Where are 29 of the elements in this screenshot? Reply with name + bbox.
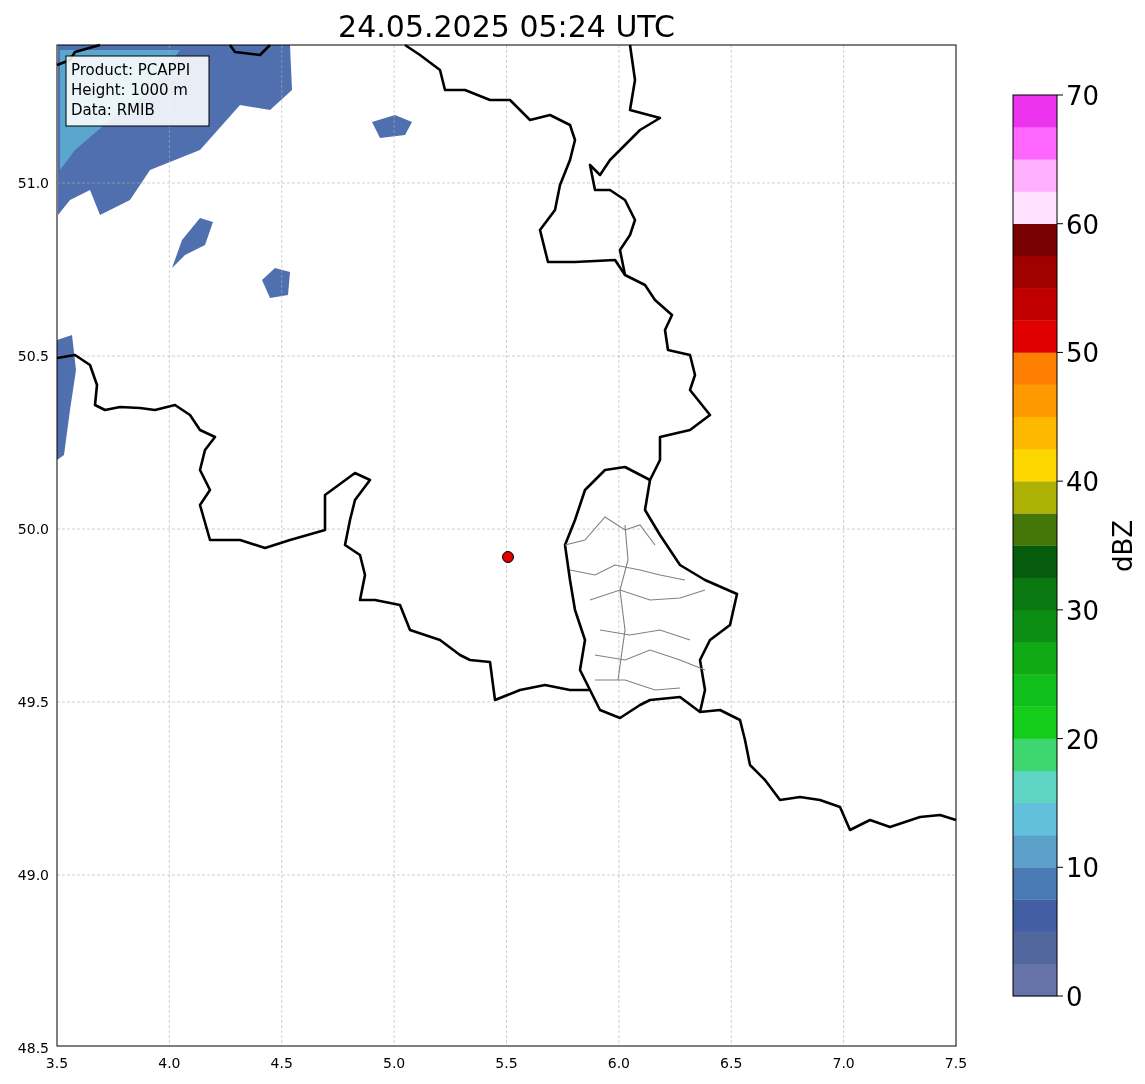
colorbar-tick-label: 0 <box>1066 982 1083 1012</box>
axis-tick-label: 49.5 <box>17 694 49 710</box>
axis-tick-label: 50.5 <box>17 348 49 364</box>
chart-title: 24.05.2025 05:24 UTC <box>338 9 675 44</box>
axis-tick-label: 51.0 <box>17 175 49 191</box>
axis-tick-label: 4.5 <box>270 1055 293 1071</box>
colorbar-tick-label: 60 <box>1066 209 1100 240</box>
axis-tick-label: 50.0 <box>17 521 49 537</box>
axis-tick-label: 7.5 <box>944 1055 968 1071</box>
colorbar-tick-label: 40 <box>1066 467 1100 498</box>
info-text: Product: PCAPPI <box>71 61 191 79</box>
axis-tick-label: 5.5 <box>495 1055 518 1071</box>
radar-site-marker <box>502 551 514 563</box>
colorbar-tick-label: 50 <box>1066 338 1100 369</box>
axis-tick-label: 7.0 <box>832 1055 855 1071</box>
axis-tick-label: 6.5 <box>720 1055 743 1071</box>
colorbar-tick-label: 70 <box>1066 81 1100 111</box>
axis-tick-label: 3.5 <box>45 1055 69 1071</box>
info-text: Height: 1000 m <box>71 81 188 99</box>
info-text: Data: RMIB <box>71 101 155 119</box>
axis-tick-label: 4.0 <box>158 1055 181 1071</box>
colorbar-label: dBZ <box>1108 519 1138 573</box>
axis-tick-label: 49.0 <box>17 867 49 883</box>
colorbar-tick-label: 10 <box>1066 853 1100 884</box>
axis-tick-label: 6.0 <box>607 1055 630 1071</box>
axis-tick-label: 48.5 <box>17 1040 49 1056</box>
axis-tick-label: 5.0 <box>383 1055 406 1071</box>
colorbar-tick-label: 20 <box>1066 724 1100 755</box>
colorbar-tick-label: 30 <box>1066 595 1100 626</box>
